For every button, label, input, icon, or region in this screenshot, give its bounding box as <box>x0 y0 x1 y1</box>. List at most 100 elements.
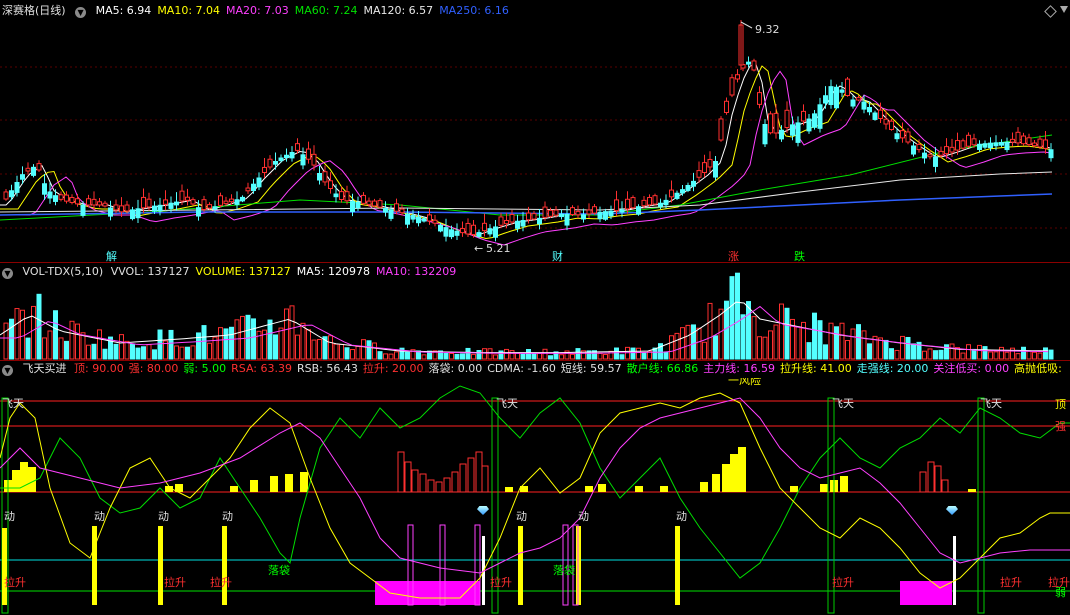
volume-bar <box>597 352 603 360</box>
candle-body <box>421 218 427 222</box>
price-chart: 9.32 ← 5.21 <box>0 20 1070 255</box>
candle-body <box>724 100 729 114</box>
candle-body <box>806 118 812 132</box>
volume-bar <box>817 320 823 360</box>
volume-bar <box>251 318 256 360</box>
volume-bar <box>977 344 982 360</box>
dong-label: 动 <box>4 510 15 523</box>
dong-label: 动 <box>676 510 687 523</box>
volume-bar <box>680 327 685 360</box>
volume-bar <box>405 351 410 360</box>
candle-body <box>619 209 625 213</box>
candle-body <box>196 207 201 217</box>
volume-bar <box>779 303 784 360</box>
indicator-legend-item: 落袋: 0.00 <box>428 362 483 375</box>
volume-bar <box>713 335 718 360</box>
volume-bar <box>641 352 647 360</box>
volume-bar <box>856 324 861 360</box>
volume-bar <box>718 308 724 360</box>
candle-body <box>410 215 416 220</box>
volume-bar <box>806 342 812 360</box>
weak-bar <box>435 481 443 493</box>
volume-bar <box>47 330 53 360</box>
volume-bar <box>168 329 174 360</box>
indicator-header: ▼ 飞天买进 顶: 90.00 强: 80.00 弱: 5.00 RSA: 63.39… <box>0 361 1070 377</box>
candle-body <box>240 196 245 202</box>
volume-bar <box>911 343 916 360</box>
candle-body <box>124 204 130 212</box>
volume-bar <box>328 335 333 360</box>
strength-bar <box>712 474 720 492</box>
candle-body <box>757 92 762 105</box>
candle-body <box>130 209 135 220</box>
candle-body <box>625 198 630 210</box>
volume-bar <box>3 322 9 360</box>
volume-bar <box>355 345 361 360</box>
volume-bar <box>867 343 872 360</box>
candle-body <box>922 152 927 159</box>
weak-bar <box>927 461 935 493</box>
volume-bar <box>834 326 839 360</box>
candle-body <box>680 189 685 194</box>
candle-body <box>361 194 366 204</box>
candle-body <box>685 185 691 191</box>
dong-label: 动 <box>94 510 105 523</box>
volume-bar <box>883 339 889 360</box>
volume-bar <box>828 322 834 360</box>
weak-bar <box>404 461 412 493</box>
candle-body <box>570 207 575 216</box>
candle-body <box>355 201 361 209</box>
volume-bar <box>531 352 537 360</box>
candle-body <box>91 198 97 206</box>
volume-bar <box>366 340 372 360</box>
candle-body <box>812 113 817 128</box>
volume-bar <box>86 344 91 360</box>
volume-bar <box>207 342 212 360</box>
volume-bar <box>223 328 229 360</box>
strength-bar <box>250 480 258 492</box>
candle-body <box>636 206 641 215</box>
volume-bar <box>361 339 366 360</box>
volume-bar <box>509 350 515 360</box>
volume-bar <box>630 347 636 360</box>
candle-body <box>366 200 372 206</box>
volume-bar <box>757 336 762 360</box>
indicator-options-icon[interactable]: ▼ <box>2 365 13 376</box>
svg-text:←: ← <box>474 242 483 255</box>
strength-bar <box>635 486 643 492</box>
candle-body <box>911 145 916 155</box>
candle-body <box>333 193 339 198</box>
lasheng-label: 拉升 <box>832 576 854 589</box>
candle-body <box>405 213 410 225</box>
volume-bar <box>284 308 289 360</box>
candle-body <box>564 213 570 226</box>
volume-bar <box>146 344 152 360</box>
volume-bar <box>306 329 311 360</box>
candle-body <box>795 122 801 143</box>
candle-body <box>966 134 971 147</box>
lasheng-label: 拉升 <box>210 576 232 589</box>
candle-body <box>773 112 779 134</box>
candle-body <box>372 200 377 207</box>
candle-body <box>515 220 520 229</box>
candle-body <box>449 229 454 238</box>
signal-bar <box>92 526 97 605</box>
label-top-right: 顶 <box>1055 398 1066 411</box>
indicator-legend-item: 高抛低吸: <box>1014 362 1062 375</box>
candle-body <box>152 205 157 212</box>
candle-body <box>465 222 471 235</box>
volume-bar <box>999 346 1004 360</box>
candle-body <box>850 99 856 107</box>
candle-body <box>1026 137 1032 146</box>
volume-bar <box>768 330 773 360</box>
low-annotation: ← 5.21 <box>474 242 511 255</box>
candle-body <box>25 167 31 172</box>
volume-bar <box>795 326 801 360</box>
candle-body <box>146 198 152 208</box>
weak-bar <box>934 465 942 493</box>
candle-body <box>658 202 663 207</box>
candle-body <box>311 153 317 166</box>
volume-bar <box>91 343 97 360</box>
volume-bar <box>476 350 482 360</box>
weak-bar <box>459 463 467 493</box>
